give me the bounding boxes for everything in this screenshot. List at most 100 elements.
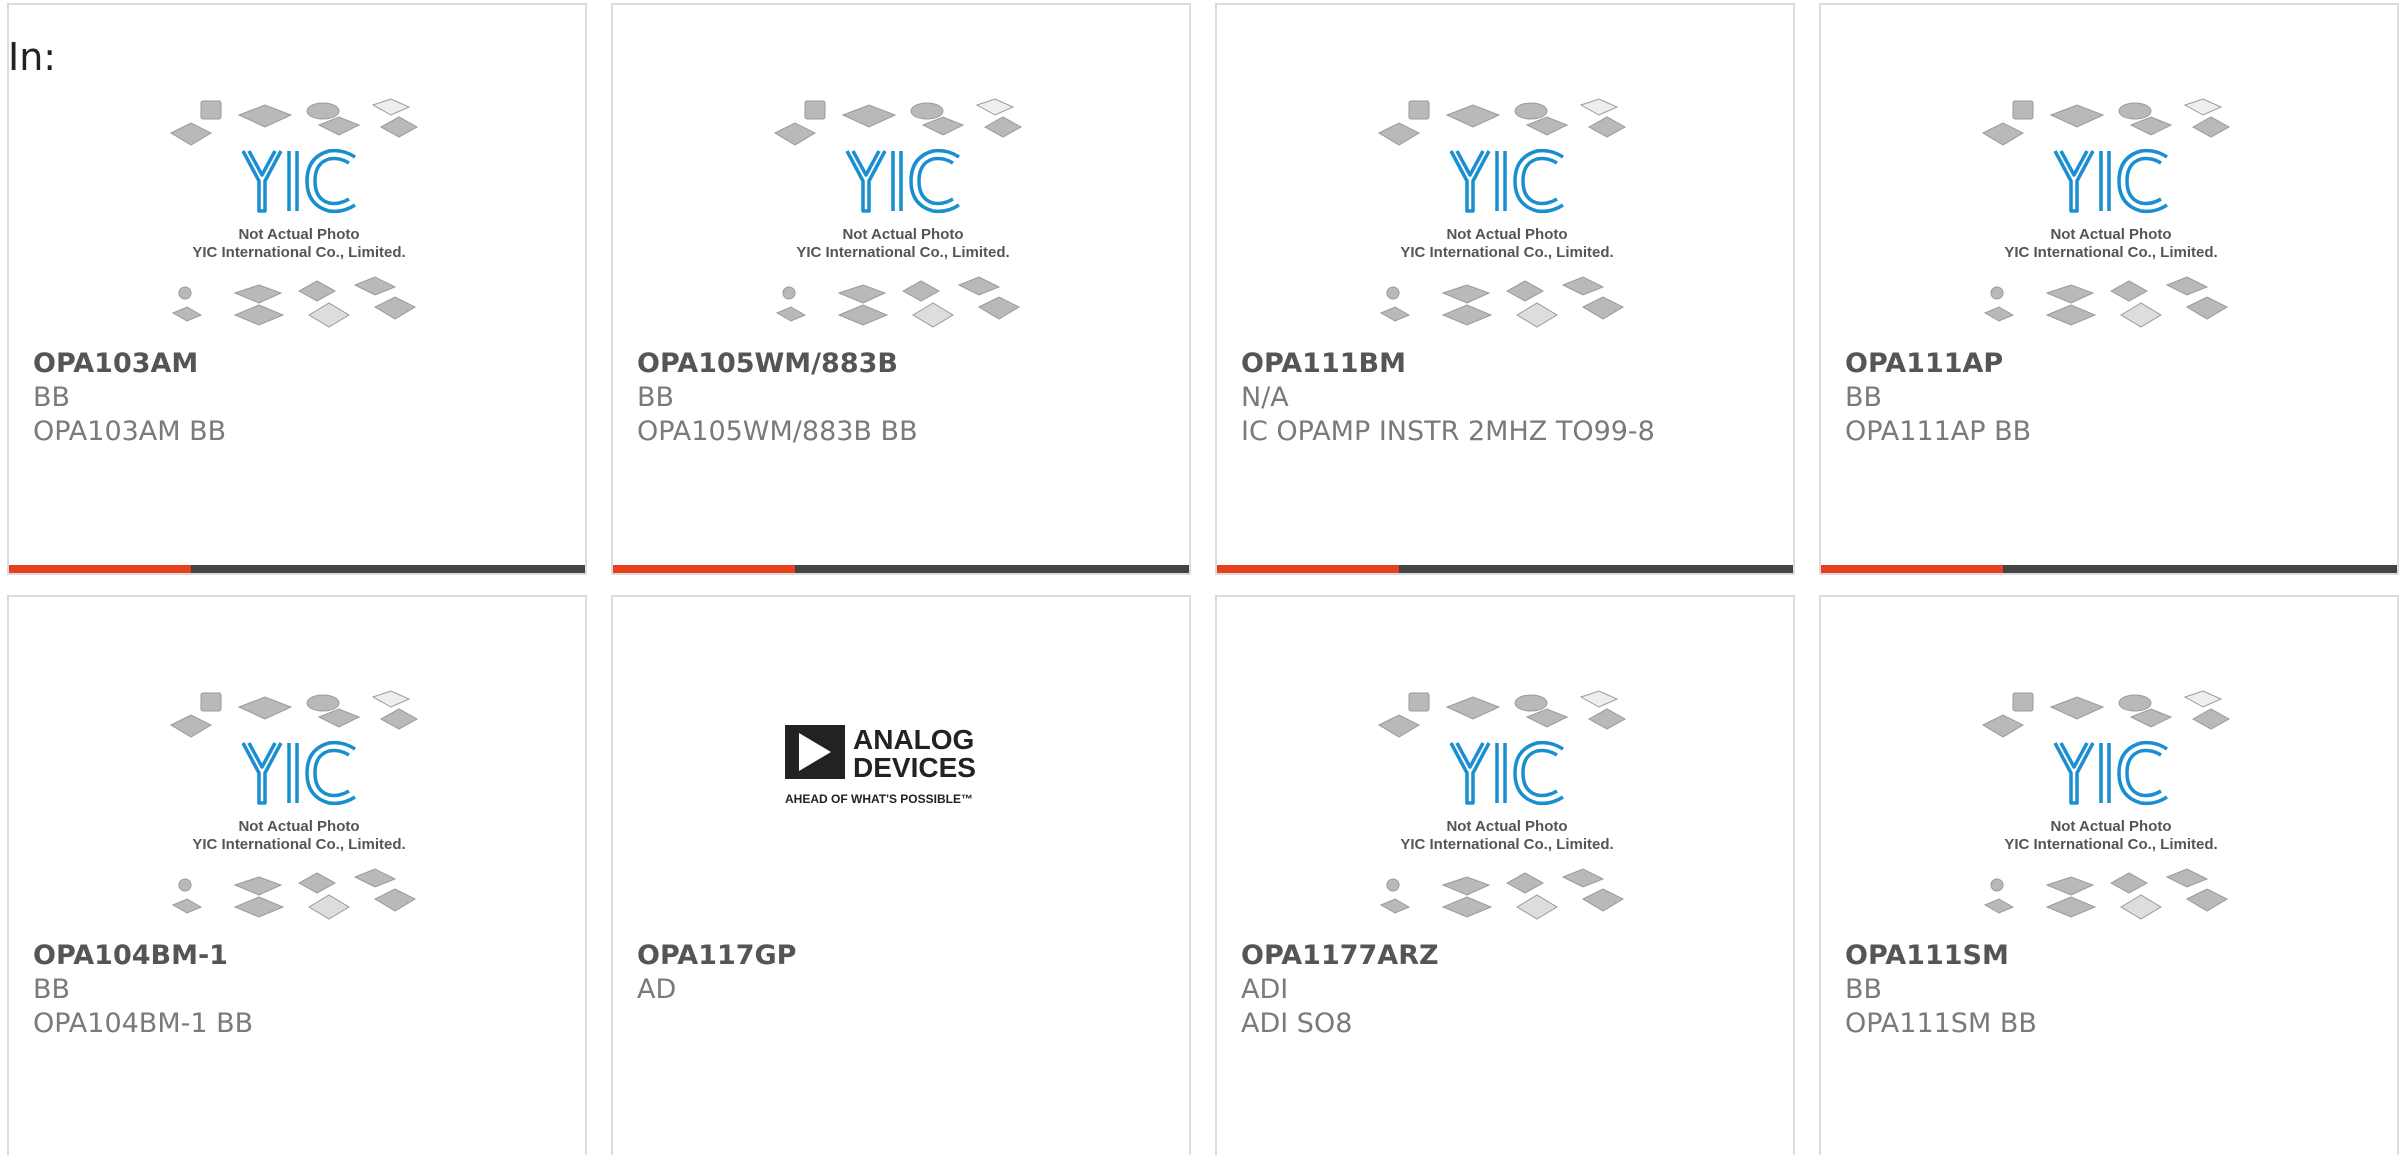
placeholder-line2: YIC International Co., Limited. [192, 244, 405, 261]
chip-icon [841, 104, 897, 128]
chip-icon [306, 694, 340, 712]
chip-icon [169, 714, 213, 738]
placeholder-line2: YIC International Co., Limited. [1400, 836, 1613, 853]
chip-icon [178, 286, 192, 300]
chip-icon [2165, 276, 2209, 296]
product-card[interactable]: Not Actual Photo YIC International Co., … [1215, 3, 1795, 575]
chip-icon [233, 876, 283, 896]
part-number[interactable]: OPA111SM [1845, 939, 2387, 973]
placeholder-line2: YIC International Co., Limited. [796, 244, 1009, 261]
product-card[interactable]: Not Actual Photo YIC International Co., … [611, 3, 1191, 575]
chip-icon [353, 276, 397, 296]
chip-icon [837, 304, 889, 326]
chip-icon [1514, 102, 1548, 120]
chip-icon [1981, 714, 2025, 738]
manufacturer: N/A [1241, 382, 1289, 413]
chip-icon [297, 872, 337, 894]
chip-icon [1983, 898, 2015, 914]
chip-icon [2120, 894, 2162, 920]
chip-icon [2045, 876, 2095, 896]
chip-icon [2185, 888, 2229, 912]
chip-icon [2118, 694, 2152, 712]
chip-icon [2120, 302, 2162, 328]
placeholder-line1: Not Actual Photo [2050, 818, 2171, 835]
product-card[interactable]: Not Actual Photo YIC International Co., … [1215, 595, 1795, 1155]
chip-icon [237, 696, 293, 720]
part-number[interactable]: OPA111BM [1241, 347, 1783, 381]
chip-icon [2129, 116, 2173, 136]
chip-icon [233, 896, 285, 918]
product-card[interactable]: ANALOG DEVICES AHEAD OF WHAT'S POSSIBLE™… [611, 595, 1191, 1155]
chip-icon [2185, 296, 2229, 320]
chip-icon [1379, 306, 1411, 322]
chip-icon [2109, 872, 2149, 894]
chip-icon [1981, 122, 2025, 146]
chip-icon [1441, 284, 1491, 304]
placeholder-line1: Not Actual Photo [238, 226, 359, 243]
chip-icon [1561, 276, 1605, 296]
description: OPA104BM-1 BB [33, 1008, 254, 1039]
placeholder-line2: YIC International Co., Limited. [1400, 244, 1613, 261]
description: OPA103AM BB [33, 416, 227, 447]
chip-icon [2129, 708, 2173, 728]
part-number[interactable]: OPA111AP [1845, 347, 2387, 381]
part-number[interactable]: OPA117GP [637, 939, 1179, 973]
chip-icon [200, 100, 222, 120]
chip-icon [901, 280, 941, 302]
card-accent-bar [613, 565, 1189, 573]
chip-icon [373, 296, 417, 320]
chip-icon [233, 304, 285, 326]
placeholder-line1: Not Actual Photo [1446, 818, 1567, 835]
chip-icon [1386, 286, 1400, 300]
chip-icon [371, 690, 411, 708]
yic-logo-icon [1449, 148, 1564, 214]
product-placeholder-image: Not Actual Photo YIC International Co., … [1971, 93, 2251, 341]
product-placeholder-image: Not Actual Photo YIC International Co., … [159, 685, 439, 933]
part-number[interactable]: OPA104BM-1 [33, 939, 575, 973]
manufacturer: BB [33, 382, 71, 413]
placeholder-line2: YIC International Co., Limited. [2004, 244, 2217, 261]
part-number[interactable]: OPA105WM/883B [637, 347, 1179, 381]
chip-icon [2045, 896, 2097, 918]
placeholder-line1: Not Actual Photo [238, 818, 359, 835]
yic-logo-icon [241, 740, 356, 806]
product-placeholder-image: Not Actual Photo YIC International Co., … [763, 93, 1043, 341]
part-number[interactable]: OPA1177ARZ [1241, 939, 1783, 973]
chip-icon [379, 116, 419, 138]
chip-icon [237, 104, 293, 128]
placeholder-line1: Not Actual Photo [1446, 226, 1567, 243]
chip-icon [1516, 894, 1558, 920]
product-card[interactable]: Not Actual Photo YIC International Co., … [1819, 3, 2399, 575]
chip-icon [2045, 284, 2095, 304]
chip-icon [910, 102, 944, 120]
manufacturer: BB [637, 382, 675, 413]
chip-icon [1441, 876, 1491, 896]
manufacturer: ADI [1241, 974, 1289, 1005]
adi-logo-line1: ANALOG [853, 725, 974, 755]
chip-icon [1377, 714, 1421, 738]
chip-icon [1379, 898, 1411, 914]
product-card[interactable]: Not Actual Photo YIC International Co., … [7, 595, 587, 1155]
chip-icon [1579, 690, 1619, 708]
analog-devices-logo: ANALOG DEVICES AHEAD OF WHAT'S POSSIBLE™ [785, 724, 1025, 815]
chip-icon [353, 868, 397, 888]
chip-icon [373, 888, 417, 912]
chip-icon [1581, 888, 1625, 912]
chip-icon [2183, 690, 2223, 708]
chip-icon [2191, 708, 2231, 730]
chip-icon [1587, 116, 1627, 138]
product-card[interactable]: Not Actual Photo YIC International Co., … [7, 3, 587, 575]
chip-icon [200, 692, 222, 712]
chip-icon [1445, 696, 1501, 720]
chip-icon [2045, 304, 2097, 326]
product-card[interactable]: Not Actual Photo YIC International Co., … [1819, 595, 2399, 1155]
chip-icon [2165, 868, 2209, 888]
chip-icon [171, 898, 203, 914]
product-placeholder-image: Not Actual Photo YIC International Co., … [1971, 685, 2251, 933]
chip-icon [233, 284, 283, 304]
chip-icon [1505, 280, 1545, 302]
chip-icon [1581, 296, 1625, 320]
placeholder-line1: Not Actual Photo [2050, 226, 2171, 243]
chip-icon [171, 306, 203, 322]
part-number[interactable]: OPA103AM [33, 347, 575, 381]
